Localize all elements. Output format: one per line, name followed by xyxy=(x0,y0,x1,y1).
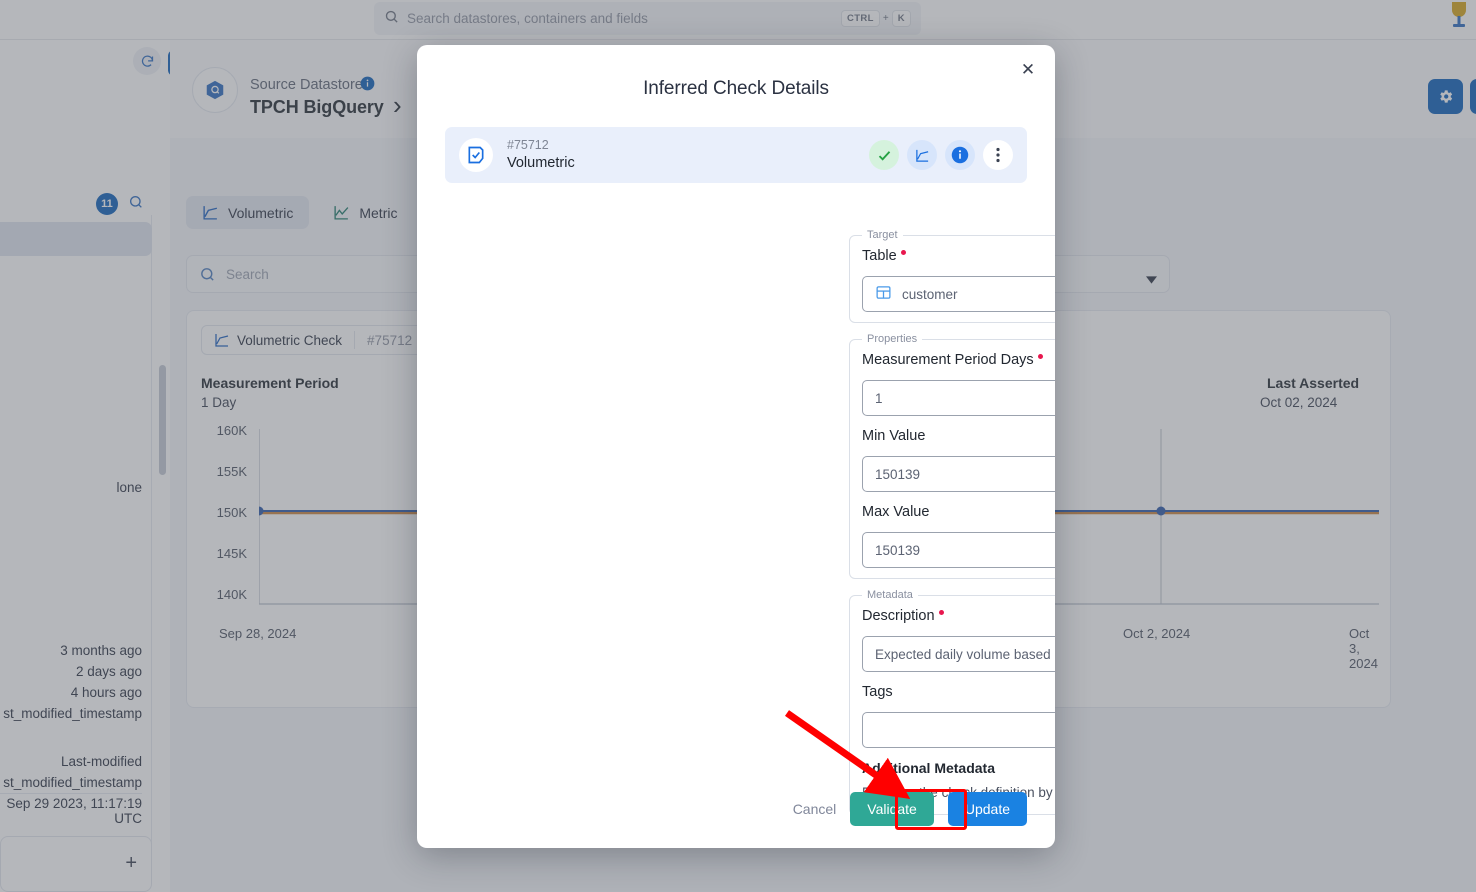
description-input[interactable]: Expected daily volume based upon seven d… xyxy=(862,636,1055,672)
table-field-label-text: Table xyxy=(862,248,897,264)
check-summary-banner: #75712 Volumetric xyxy=(445,127,1027,183)
max-value-label: Max Value xyxy=(862,504,930,520)
tags-label: Tags xyxy=(862,684,893,700)
check-summary-text: #75712 Volumetric xyxy=(507,137,575,173)
table-select[interactable]: customer xyxy=(862,276,1055,312)
table-select-value: customer xyxy=(902,286,958,302)
target-legend: Target xyxy=(862,229,903,241)
inferred-check-details-dialog: ✕ Inferred Check Details #75712 Volumetr… xyxy=(417,45,1055,848)
max-value-text: 150139 xyxy=(875,542,921,558)
properties-legend: Properties xyxy=(862,333,923,345)
measurement-period-days-label: Measurement Period Days xyxy=(862,352,1043,368)
properties-fieldset: Properties Measurement Period Days 1 Min… xyxy=(849,333,1055,579)
check-info-icon[interactable] xyxy=(945,140,975,170)
required-indicator xyxy=(938,610,944,615)
table-field-label: Table xyxy=(862,248,906,264)
target-fieldset: Target Table customer xyxy=(849,229,1055,323)
max-value-input[interactable]: 150139 xyxy=(862,532,1055,568)
check-banner-actions xyxy=(869,140,1013,170)
screen-root: Search datastores, containers and fields… xyxy=(0,0,1476,892)
measurement-period-days-label-text: Measurement Period Days xyxy=(862,352,1034,368)
check-note-icon xyxy=(459,138,493,172)
check-id: #75712 xyxy=(507,137,549,152)
dialog-title: Inferred Check Details xyxy=(643,78,829,99)
metadata-legend: Metadata xyxy=(862,589,918,601)
description-label: Description xyxy=(862,608,944,624)
dialog-footer: Cancel Validate Update xyxy=(417,770,1055,848)
update-button[interactable]: Update xyxy=(947,792,1027,826)
measurement-period-days-input[interactable]: 1 xyxy=(862,380,1055,416)
tags-select[interactable] xyxy=(862,712,1055,748)
table-icon xyxy=(875,284,892,304)
min-value-input[interactable]: 150139 xyxy=(862,456,1055,492)
required-indicator xyxy=(1037,354,1043,359)
check-status-pass-icon[interactable] xyxy=(869,140,899,170)
validate-button[interactable]: Validate xyxy=(850,792,934,826)
volumetric-chart-icon[interactable] xyxy=(907,140,937,170)
description-label-text: Description xyxy=(862,608,935,624)
measurement-period-days-value: 1 xyxy=(875,390,883,406)
min-value-text: 150139 xyxy=(875,466,921,482)
description-value: Expected daily volume based upon seven d… xyxy=(875,646,1055,662)
required-indicator xyxy=(900,250,906,255)
min-value-label: Min Value xyxy=(862,428,926,444)
check-name: Volumetric xyxy=(507,154,575,171)
cancel-button[interactable]: Cancel xyxy=(793,801,837,817)
check-more-menu-icon[interactable] xyxy=(983,140,1013,170)
